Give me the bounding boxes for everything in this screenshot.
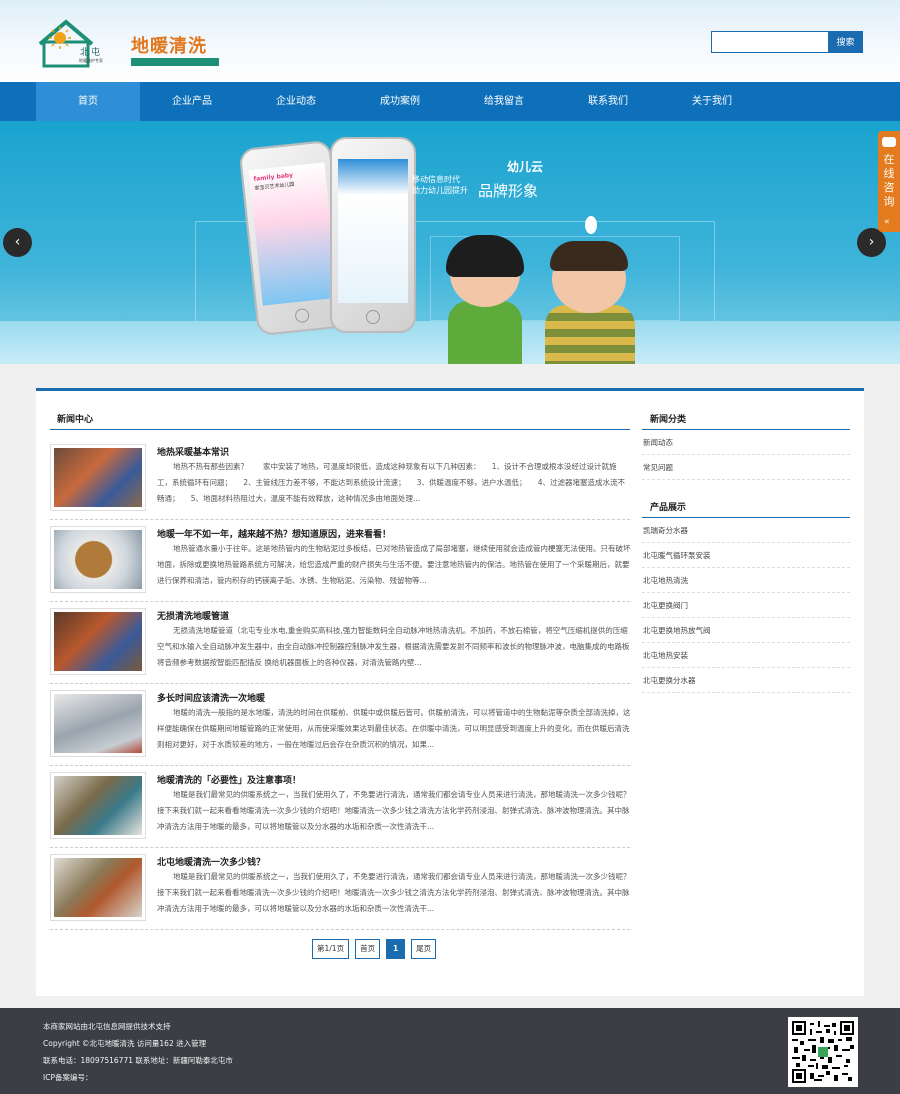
products-list: 凯瑞奇分水器 北屯暖气循环泵安装 北屯地热清洗 北屯更换阀门 北屯更换地热放气阀… bbox=[642, 518, 850, 693]
current-page-button[interactable]: 1 bbox=[386, 939, 406, 959]
lightbulb-icon bbox=[585, 216, 597, 234]
news-title[interactable]: 多长时间应该清洗一次地暖 bbox=[157, 691, 265, 704]
last-page-button[interactable]: 尾页 bbox=[411, 939, 437, 959]
nav-item-news[interactable]: 企业动态 bbox=[244, 82, 348, 121]
news-item[interactable]: 地热采暖基本常识 地热不热有那些因素？ 家中安装了地热，可温度却很低，造成这种现… bbox=[50, 438, 630, 520]
search-input[interactable] bbox=[711, 31, 829, 53]
news-summary: 地暖是我们最常见的供暖系统之一，当我们使用久了，不免要进行清洗，通常我们都会请专… bbox=[157, 872, 631, 913]
pagination: 第1/1页 首页 1 尾页 bbox=[312, 939, 437, 959]
next-slide-icon[interactable]: › bbox=[857, 228, 886, 257]
news-categories-list: 新闻动态 常见问题 bbox=[642, 430, 850, 480]
news-title[interactable]: 无损清洗地暖管道 bbox=[157, 609, 229, 622]
sidebar-item-product[interactable]: 凯瑞奇分水器 bbox=[642, 518, 850, 543]
child-figure-right bbox=[545, 305, 635, 364]
prev-slide-icon[interactable]: ‹ bbox=[3, 228, 32, 257]
sidebar-item-product[interactable]: 北屯地热安装 bbox=[642, 643, 850, 668]
footer-copyright[interactable]: Copyright ©北屯地暖清洗 访问量162 进入管理 bbox=[43, 1038, 206, 1049]
sidebar-item-product[interactable]: 北屯更换地热放气阀 bbox=[642, 618, 850, 643]
sidebar-item-product[interactable]: 北屯暖气循环泵安装 bbox=[642, 543, 850, 568]
search-box: 搜索 bbox=[711, 31, 863, 53]
sidebar-item-news[interactable]: 新闻动态 bbox=[642, 430, 850, 455]
news-summary: 地暖的清洗一般指的是水地暖，清洗的时间在供暖前、供暖中或供暖后皆可。供暖前清洗，… bbox=[157, 708, 631, 749]
news-thumbnail[interactable] bbox=[50, 526, 146, 593]
qr-code-icon bbox=[788, 1017, 858, 1087]
first-page-button[interactable]: 首页 bbox=[355, 939, 381, 959]
site-header: 北屯 地暖维护专家 地暖清洗 搜索 bbox=[0, 0, 900, 82]
news-section-header: 新闻中心 bbox=[50, 406, 630, 430]
footer-contact: 联系电话：18097516771 联系地址：新疆阿勒泰北屯市 bbox=[43, 1056, 233, 1065]
news-title[interactable]: 北屯地暖清洗一次多少钱？ bbox=[157, 855, 265, 868]
site-footer: 本商家网站由北屯信息网提供技术支持 Copyright ©北屯地暖清洗 访问量1… bbox=[0, 1008, 900, 1094]
news-thumbnail[interactable] bbox=[50, 608, 146, 675]
footer-support-text[interactable]: 本商家网站由北屯信息网提供技术支持 bbox=[43, 1021, 171, 1032]
news-thumbnail[interactable] bbox=[50, 690, 146, 757]
brand-underline bbox=[131, 58, 219, 66]
news-item[interactable]: 地暖一年不如一年，越来越不热？想知道原因，进来看看！ 地热管通水量小于往年。这是… bbox=[50, 520, 631, 602]
news-item[interactable]: 北屯地暖清洗一次多少钱？ 地暖是我们最常见的供暖系统之一，当我们使用久了，不免要… bbox=[50, 848, 631, 930]
news-summary: 无损清洗地暖管道（北屯专业水电,重金购买高科技,强力智能数码全自动脉冲地热清洗机… bbox=[157, 626, 630, 667]
sidebar-item-product[interactable]: 北屯更换阀门 bbox=[642, 593, 850, 618]
news-title[interactable]: 地暖清洗的「必要性」及注意事项！ bbox=[157, 773, 301, 786]
site-logo[interactable]: 北屯 地暖维护专家 地暖清洗 bbox=[36, 18, 219, 70]
chat-icon bbox=[882, 137, 896, 147]
nav-item-cases[interactable]: 成功案例 bbox=[348, 82, 452, 121]
sidebar: 新闻分类 新闻动态 常见问题 产品展示 凯瑞奇分水器 北屯暖气循环泵安装 北屯地… bbox=[642, 406, 850, 693]
nav-item-guestbook[interactable]: 给我留言 bbox=[452, 82, 556, 121]
products-title: 产品展示 bbox=[650, 503, 687, 513]
collapse-icon[interactable]: « bbox=[884, 217, 890, 227]
nav-item-products[interactable]: 企业产品 bbox=[140, 82, 244, 121]
nav-item-contact[interactable]: 联系我们 bbox=[556, 82, 660, 121]
news-summary: 地热不热有那些因素？ 家中安装了地热，可温度却很低，造成这种现象有以下几种因素：… bbox=[157, 462, 626, 503]
sidebar-item-product[interactable]: 北屯地热清洗 bbox=[642, 568, 850, 593]
news-item[interactable]: 地暖清洗的「必要性」及注意事项！ 地暖是我们最常见的供暖系统之一，当我们使用久了… bbox=[50, 766, 631, 848]
search-button[interactable]: 搜索 bbox=[828, 31, 863, 53]
nav-item-about[interactable]: 关于我们 bbox=[660, 82, 764, 121]
banner-slider[interactable]: family baby 家宝贝艺术幼儿园 幼儿云 移动信息时代 助力幼儿园提升 … bbox=[0, 121, 900, 364]
news-summary: 地热管通水量小于往年。这是地热管内的生物粘泥过多板结，已对地热管造成了局部堵塞，… bbox=[157, 544, 631, 585]
banner-slogan-highlight: 品牌形象 bbox=[478, 182, 539, 200]
banner-brand: 幼儿云 bbox=[507, 160, 544, 174]
content-area: 新闻中心 地热采暖基本常识 地热不热有那些因素？ 家中安装了地热，可温度却很低，… bbox=[36, 388, 864, 996]
banner-slogan-line1: 移动信息时代 bbox=[412, 175, 460, 184]
house-logo-icon bbox=[38, 19, 94, 68]
news-categories-title: 新闻分类 bbox=[650, 415, 687, 425]
news-thumbnail[interactable] bbox=[50, 772, 146, 839]
phone-subtitle: 家宝贝艺术幼儿园 bbox=[254, 181, 295, 192]
news-title[interactable]: 地暖一年不如一年，越来越不热？想知道原因，进来看看！ bbox=[157, 527, 391, 540]
news-item[interactable]: 无损清洗地暖管道 无损清洗地暖管道（北屯专业水电,重金购买高科技,强力智能数码全… bbox=[50, 602, 630, 684]
main-nav: 首页 企业产品 企业动态 成功案例 给我留言 联系我们 关于我们 bbox=[0, 82, 900, 121]
logo-subtext: 地暖维护专家 bbox=[79, 58, 103, 63]
footer-icp: ICP备案编号： bbox=[43, 1073, 93, 1082]
news-item[interactable]: 多长时间应该清洗一次地暖 地暖的清洗一般指的是水地暖，清洗的时间在供暖前、供暖中… bbox=[50, 684, 631, 766]
news-section-title: 新闻中心 bbox=[57, 415, 94, 425]
consult-label: 在线咨询 bbox=[883, 153, 895, 208]
sidebar-item-product[interactable]: 北屯更换分水器 bbox=[642, 668, 850, 693]
news-thumbnail[interactable] bbox=[50, 444, 146, 511]
nav-item-home[interactable]: 首页 bbox=[36, 82, 140, 121]
news-center: 新闻中心 地热采暖基本常识 地热不热有那些因素？ 家中安装了地热，可温度却很低，… bbox=[50, 406, 631, 930]
logo-text: 北屯 bbox=[80, 48, 103, 58]
news-thumbnail[interactable] bbox=[50, 854, 146, 921]
brand-name: 地暖清洗 bbox=[131, 36, 207, 57]
child-figure-left bbox=[448, 301, 522, 364]
news-title[interactable]: 地热采暖基本常识 bbox=[157, 445, 229, 458]
page-info: 第1/1页 bbox=[312, 939, 350, 959]
phone-image-right bbox=[330, 137, 416, 333]
sidebar-item-faq[interactable]: 常见问题 bbox=[642, 455, 850, 480]
news-summary: 地暖是我们最常见的供暖系统之一，当我们使用久了，不免要进行清洗，通常我们都会请专… bbox=[157, 790, 631, 831]
news-categories-header: 新闻分类 bbox=[642, 406, 850, 430]
banner-slogan-line2: 助力幼儿园提升 bbox=[412, 186, 468, 195]
products-header: 产品展示 bbox=[642, 494, 850, 518]
online-consult-button[interactable]: 在线咨询 « bbox=[878, 131, 900, 232]
